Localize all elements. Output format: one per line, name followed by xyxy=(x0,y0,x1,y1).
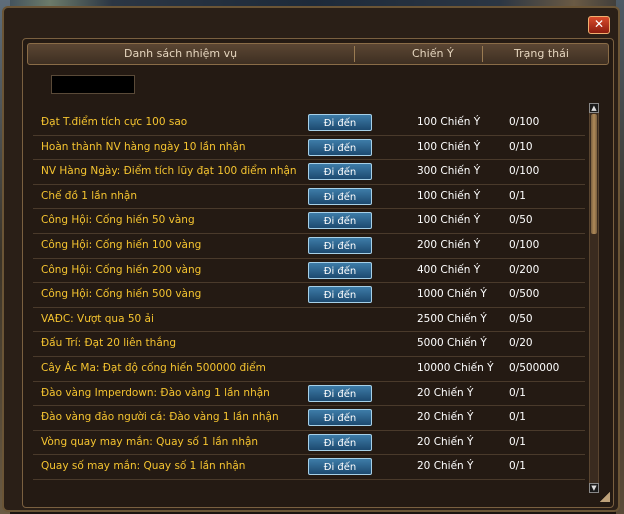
task-row: VAĐC: Vượt qua 50 ải 2500 Chiến Ý 0/50 xyxy=(33,308,585,333)
task-points: 1000 Chiến Ý xyxy=(417,288,487,301)
go-to-button[interactable]: Đi đến xyxy=(308,384,372,402)
task-points: 20 Chiến Ý xyxy=(417,386,474,399)
go-to-button[interactable]: Đi đến xyxy=(308,433,372,451)
task-row: Đấu Trí: Đạt 20 liên thắng 5000 Chiến Ý 0/… xyxy=(33,332,585,357)
task-status: 0/100 xyxy=(509,239,540,251)
task-name: Đấu Trí: Đạt 20 liên thắng xyxy=(41,337,177,350)
task-status: 0/200 xyxy=(509,263,540,276)
task-row: Công Hội: Cống hiến 50 vàng Đi đến 100 Chi… xyxy=(33,209,585,234)
go-to-button[interactable]: Đi đến xyxy=(308,212,372,230)
go-to-button[interactable]: Đi đến xyxy=(308,409,372,427)
task-points: 10000 Chiến Ý xyxy=(417,362,494,374)
task-name: Hoàn thành NV hàng ngày 10 lần nhận xyxy=(41,140,246,153)
task-status: 0/1 xyxy=(509,460,526,473)
task-status: 0/10 xyxy=(509,140,533,153)
task-name: Vòng quay may mắn: Quay số 1 lần nhận xyxy=(41,435,259,448)
table-header: Danh sách nhiệm vụ Chiến Ý Trạng thái xyxy=(27,43,609,65)
task-name: Đạt T.điểm tích cực 100 sao xyxy=(41,116,188,128)
task-points: 20 Chiến Ý xyxy=(417,435,474,448)
go-to-button[interactable]: Đi đến xyxy=(308,286,372,304)
header-divider xyxy=(354,46,355,62)
task-points: 20 Chiến Ý xyxy=(417,411,474,424)
task-name: Công Hội: Cống hiến 50 vàng xyxy=(41,214,195,227)
task-status: 0/1 xyxy=(509,435,526,448)
close-button[interactable]: ✕ xyxy=(588,16,610,34)
go-to-button[interactable]: Đi đến xyxy=(308,114,372,131)
task-row: Cây Ác Ma: Đạt độ cống hiến 500000 điểm 1… xyxy=(33,357,585,382)
task-row: Chế đồ 1 lần nhận Đi đến 100 Chiến Ý 0/1 xyxy=(33,185,585,210)
task-name: Cây Ác Ma: Đạt độ cống hiến 500000 điểm xyxy=(41,362,266,374)
task-status: 0/20 xyxy=(509,337,533,350)
task-name: Đào vàng Imperdown: Đào vàng 1 lần nhận xyxy=(41,386,270,399)
header-tasks: Danh sách nhiệm vụ xyxy=(124,47,238,60)
task-name: NV Hàng Ngày: Điểm tích lũy đạt 100 điểm… xyxy=(41,165,297,178)
close-icon: ✕ xyxy=(593,17,605,31)
task-points: 100 Chiến Ý xyxy=(417,140,481,153)
task-points: 100 Chiến Ý xyxy=(417,189,481,202)
task-row: Công Hội: Cống hiến 200 vàng Đi đến 400 Ch… xyxy=(33,259,585,284)
task-row: Công Hội: Cống hiến 100 vàng Đi đến 200 Ch… xyxy=(33,234,585,259)
task-status: 0/1 xyxy=(509,411,526,424)
scrollbar[interactable]: ▲ ▼ xyxy=(589,103,599,493)
header-points: Chiến Ý xyxy=(412,47,454,60)
task-points: 300 Chiến Ý xyxy=(417,165,481,178)
task-status: 0/50 xyxy=(509,312,533,325)
task-row: Quay số may mắn: Quay số 1 lần nhận Đi đế… xyxy=(33,455,585,480)
task-points: 100 Chiến Ý xyxy=(417,214,481,227)
go-to-button[interactable]: Đi đến xyxy=(308,458,372,476)
scroll-up-icon[interactable]: ▲ xyxy=(589,103,599,113)
task-row: Hoàn thành NV hàng ngày 10 lần nhận Đi đế… xyxy=(33,136,585,161)
task-status: 0/500000 xyxy=(509,362,560,374)
task-panel: Danh sách nhiệm vụ Chiến Ý Trạng thái Đạ… xyxy=(22,38,614,508)
task-status: 0/500 xyxy=(509,288,540,301)
task-row: Đào vàng Imperdown: Đào vàng 1 lần nhận Đ… xyxy=(33,382,585,407)
task-name: Công Hội: Cống hiến 200 vàng xyxy=(41,263,202,276)
task-points: 200 Chiến Ý xyxy=(417,239,481,251)
task-status: 0/50 xyxy=(509,214,533,227)
task-points: 2500 Chiến Ý xyxy=(417,312,487,325)
task-points: 400 Chiến Ý xyxy=(417,263,481,276)
search-input[interactable] xyxy=(51,75,135,94)
go-to-button[interactable]: Đi đến xyxy=(308,187,372,205)
task-points: 20 Chiến Ý xyxy=(417,460,474,473)
resize-grip-icon[interactable] xyxy=(600,492,610,502)
task-name: Chế đồ 1 lần nhận xyxy=(41,189,137,202)
scroll-down-icon[interactable]: ▼ xyxy=(589,483,599,493)
task-status: 0/100 xyxy=(509,116,540,128)
task-name: Quay số may mắn: Quay số 1 lần nhận xyxy=(41,460,246,473)
go-to-button[interactable]: Đi đến xyxy=(308,237,372,254)
task-row: Đào vàng đảo người cá: Đào vàng 1 lần nh… xyxy=(33,406,585,431)
task-status: 0/1 xyxy=(509,189,526,202)
go-to-button[interactable]: Đi đến xyxy=(308,138,372,156)
task-list: Đạt T.điểm tích cực 100 sao Đi đến 100 Chi… xyxy=(33,111,585,491)
header-divider xyxy=(482,46,483,62)
task-row: Công Hội: Cống hiến 500 vàng Đi đến 1000 C… xyxy=(33,283,585,308)
task-name: Đào vàng đảo người cá: Đào vàng 1 lần nh… xyxy=(41,411,279,424)
task-row: NV Hàng Ngày: Điểm tích lũy đạt 100 điểm… xyxy=(33,160,585,185)
go-to-button[interactable]: Đi đến xyxy=(308,261,372,279)
scroll-thumb[interactable] xyxy=(591,114,597,234)
task-points: 100 Chiến Ý xyxy=(417,116,481,128)
task-name: Công Hội: Cống hiến 500 vàng xyxy=(41,288,202,301)
task-name: VAĐC: Vượt qua 50 ải xyxy=(41,312,154,325)
task-status: 0/100 xyxy=(509,165,540,178)
task-row: Vòng quay may mắn: Quay số 1 lần nhận Đi … xyxy=(33,431,585,456)
task-status: 0/1 xyxy=(509,386,526,399)
task-window: ✕ Danh sách nhiệm vụ Chiến Ý Trạng thái … xyxy=(2,6,620,512)
go-to-button[interactable]: Đi đến xyxy=(308,163,372,181)
task-name: Công Hội: Cống hiến 100 vàng xyxy=(41,239,202,251)
header-status: Trạng thái xyxy=(514,47,569,60)
task-row: Đạt T.điểm tích cực 100 sao Đi đến 100 Chi… xyxy=(33,111,585,136)
task-points: 5000 Chiến Ý xyxy=(417,337,487,350)
